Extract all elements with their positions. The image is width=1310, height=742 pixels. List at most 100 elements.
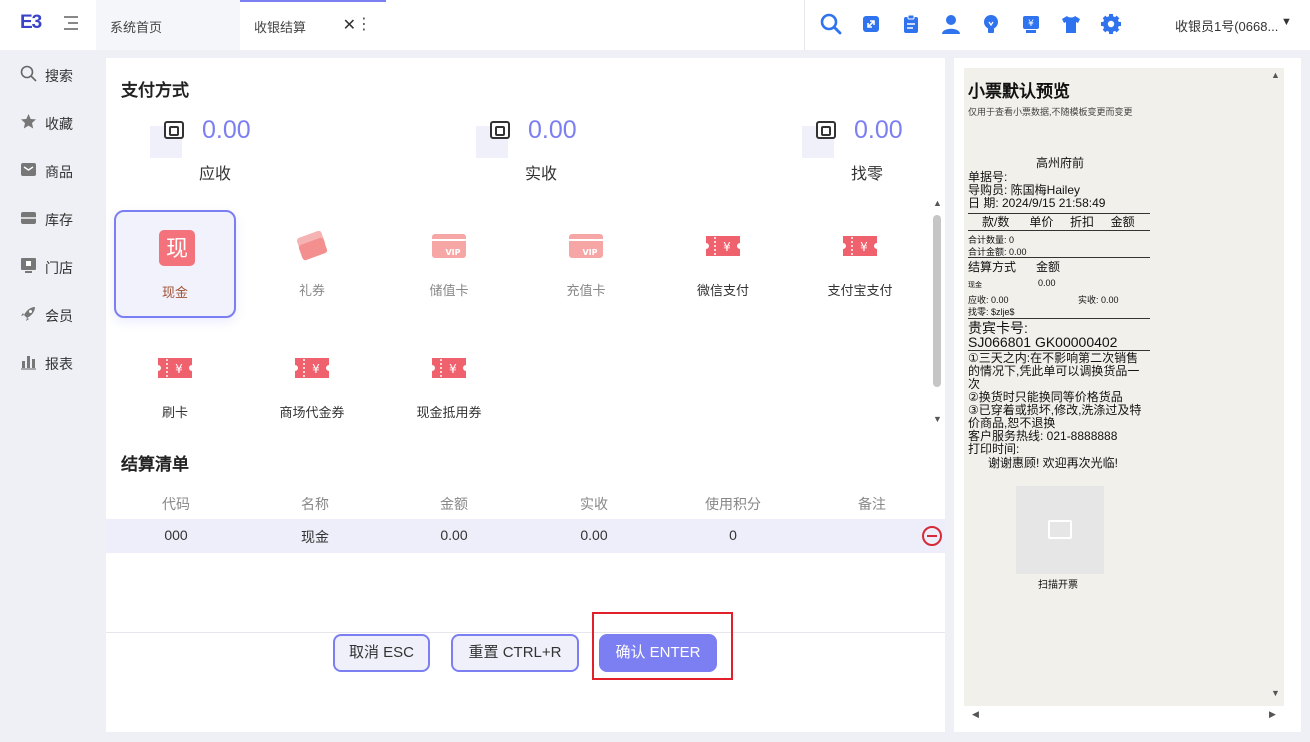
vip-card-icon: VIP [432,234,466,258]
rocket-icon [21,307,35,321]
pay-method-recharge-card[interactable]: VIP 充值卡 [525,210,647,318]
receipt-pay-cash: 现金 [968,282,982,289]
receivable-value: 0.00 [202,116,251,144]
change-label: 找零 [850,166,883,183]
receipt-store: 高州府前 [1036,156,1085,170]
remove-row-icon[interactable] [922,526,942,546]
scroll-up-arrow-icon[interactable]: ▲ [1271,70,1280,80]
pay-method-alipay[interactable]: ¥ 支付宝支付 [799,210,921,318]
pay-method-label: 储值卡 [429,283,469,298]
cancel-button[interactable]: 取消 ESC [333,634,430,672]
user-icon[interactable] [940,13,962,35]
top-bar: E3 系统首页 收银结算 ✕ ⋮ ¥ 收银员1号(0668... ▼ [0,0,1310,50]
cell-amount: 0.00 [440,527,468,543]
pay-method-card-swipe[interactable]: ¥ 刷卡 [114,332,236,440]
search-icon[interactable] [820,13,842,35]
pay-method-stored-value-card[interactable]: VIP 储值卡 [388,210,510,318]
scroll-down-arrow-icon[interactable]: ▼ [933,414,942,424]
sidebar: 搜索 收藏 商品 库存 门店 会员 报表 [0,50,96,742]
divider [804,0,805,50]
svg-text:¥: ¥ [1028,19,1034,29]
divider [968,213,1150,214]
close-icon[interactable]: ✕ [343,15,356,35]
lightbulb-icon[interactable] [980,13,1002,35]
cell-code: 000 [164,527,188,543]
more-vertical-icon[interactable]: ⋮ [356,14,372,34]
divider [968,230,1150,231]
shirt-icon[interactable] [1060,13,1082,35]
receipt-pay-cash-amount: 0.00 [1038,278,1056,288]
receipt-title: 小票默认预览 [968,82,1070,101]
app-logo: E3 [20,12,42,33]
sidebar-item-label: 商品 [45,164,73,180]
vip-card-icon: VIP [569,234,603,258]
reset-button[interactable]: 重置 CTRL+R [451,634,579,672]
tab-checkout[interactable]: 收银结算 ✕ ⋮ [240,0,386,50]
gear-icon[interactable] [1100,13,1122,35]
star-icon [21,114,36,129]
svg-text:¥: ¥ [312,362,320,376]
received-label: 实收 [524,166,557,183]
tab-home-label: 系统首页 [110,20,163,35]
sidebar-item-label: 报表 [45,356,73,372]
pay-method-label: 支付宝支付 [827,283,893,298]
settlement-section-title: 结算清单 [121,455,189,474]
sidebar-item-label: 门店 [45,260,73,276]
svg-text:VIP: VIP [582,248,597,257]
receipt-date: 日 期: 2024/9/15 21:58:49 [968,196,1106,210]
column-header: 使用积分 [705,496,761,512]
cash-icon: 现 [159,230,195,266]
clipboard-icon[interactable] [900,13,922,35]
scroll-up-arrow-icon[interactable]: ▲ [933,198,942,208]
received-value: 0.00 [528,116,577,144]
wallet-icon [816,121,836,139]
highlight-box [592,612,733,680]
tab-checkout-label: 收银结算 [254,20,307,35]
sidebar-item-label: 会员 [45,308,73,324]
receipt-preview-panel: 小票默认预览 仅用于查看小票数据,不随模板变更而变更 高州府前 单据号: 导购员… [954,58,1301,732]
menu-collapse-icon[interactable] [64,14,82,32]
tab-home[interactable]: 系统首页 [96,0,240,50]
scroll-right-arrow-icon[interactable]: ▶ [1269,709,1276,720]
svg-text:VIP: VIP [445,248,460,257]
pay-method-label: 现金 [161,285,188,300]
search-icon [20,65,37,82]
pay-method-label: 现金抵用券 [416,405,482,420]
bar-chart-icon [21,356,36,370]
scrollbar-thumb[interactable] [933,215,941,387]
column-header: 名称 [301,496,329,512]
receipt-thanks: 谢谢惠顾! 欢迎再次光临! [968,456,1119,470]
pay-method-wechat[interactable]: ¥ 微信支付 [662,210,784,318]
pay-method-label: 商场代金券 [279,405,345,420]
pay-method-label: 充值卡 [566,283,606,298]
receipt-preview: 小票默认预览 仅用于查看小票数据,不随模板变更而变更 高州府前 单据号: 导购员… [964,68,1284,706]
receipt-subtitle: 仅用于查看小票数据,不随模板变更而变更 [968,107,1133,117]
fullscreen-icon[interactable] [860,13,882,35]
svg-text:¥: ¥ [860,240,868,254]
wallet-icon [490,121,510,139]
scroll-down-arrow-icon[interactable]: ▼ [1271,688,1280,698]
column-header: 实收 [580,496,608,512]
pay-method-mall-voucher[interactable]: ¥ 商场代金券 [251,332,373,440]
receipt-scan-label: 扫描开票 [1038,580,1078,591]
receipt-columns: 款/数 单价 折扣 金额 [982,215,1135,229]
image-placeholder-icon [1048,520,1072,539]
scroll-left-arrow-icon[interactable]: ◀ [972,709,979,720]
pay-method-label: 礼券 [298,283,325,298]
divider [106,632,945,633]
svg-text:¥: ¥ [449,362,457,376]
pay-method-cash-coupon[interactable]: ¥ 现金抵用券 [388,332,510,440]
svg-text:现: 现 [166,237,188,262]
receivable-label: 应收 [198,166,231,183]
caret-down-icon[interactable]: ▼ [1281,16,1292,28]
column-header: 代码 [162,496,190,512]
divider [968,257,1150,258]
cashier-icon[interactable]: ¥ [1020,13,1042,35]
sidebar-item-label: 搜索 [45,68,73,84]
current-user[interactable]: 收银员1号(0668... [1175,16,1278,35]
pay-method-gift-voucher[interactable]: 礼券 [251,210,373,318]
pay-method-cash[interactable]: 现 现金 [114,210,236,318]
change-value: 0.00 [854,116,903,144]
cell-received: 0.00 [580,527,608,543]
table-row[interactable]: 000 现金 0.00 0.00 0 [106,519,945,553]
